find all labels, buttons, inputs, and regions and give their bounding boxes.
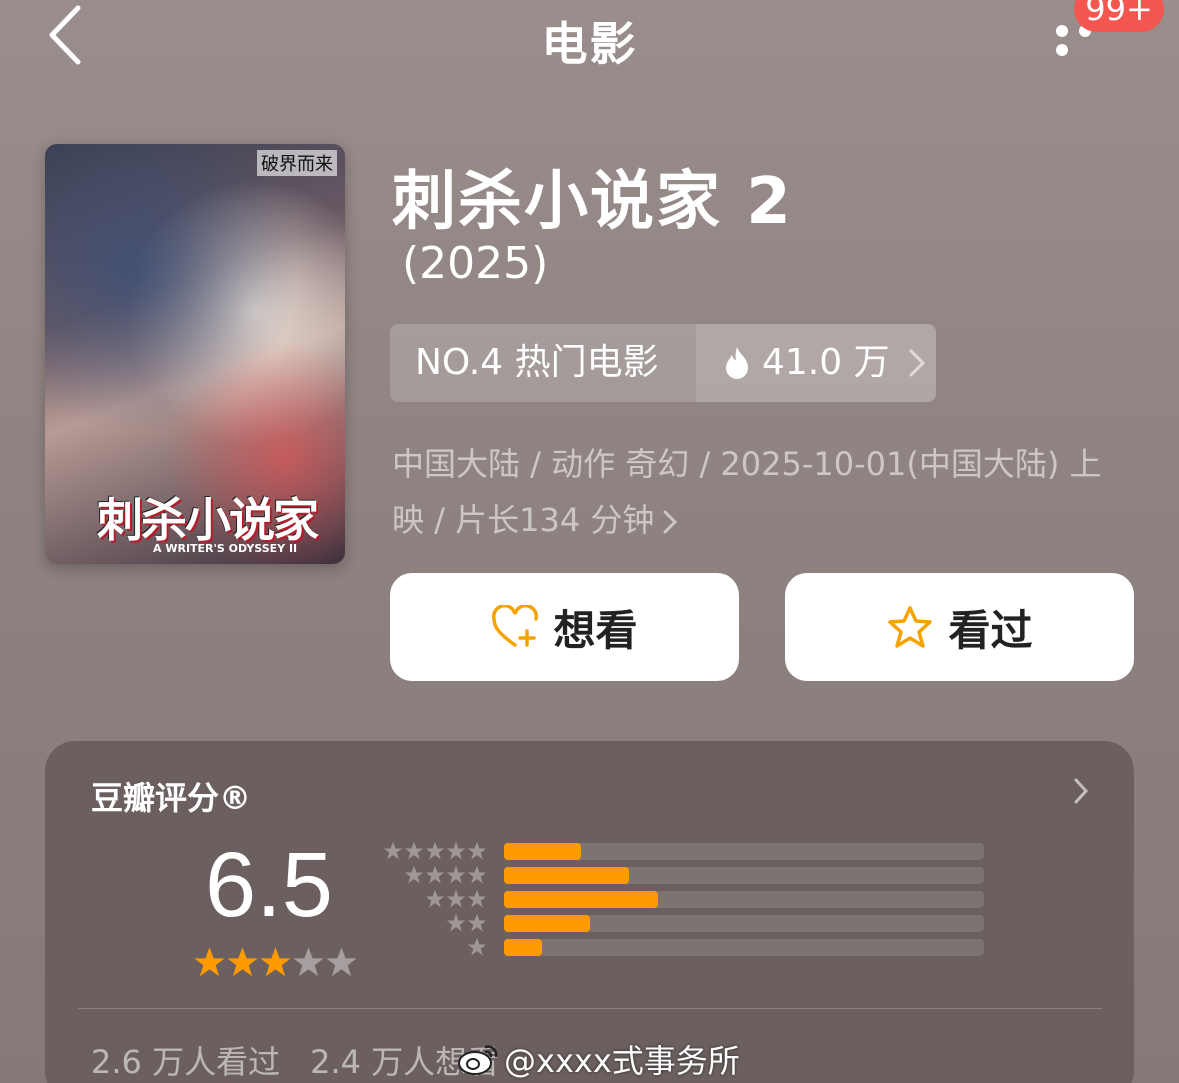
star-icon	[404, 841, 424, 860]
heart-plus-icon	[492, 605, 539, 647]
watermark-text: @xxxx式事务所	[504, 1042, 740, 1080]
movie-year: (2025)	[402, 238, 549, 289]
star-empty-icon	[293, 947, 324, 977]
chevron-right-icon[interactable]	[1073, 777, 1089, 805]
star-filled-icon	[227, 947, 258, 977]
bar-track	[504, 915, 984, 932]
bar-track	[504, 867, 984, 884]
movie-title: 刺杀小说家 2	[392, 165, 793, 239]
star-icon	[467, 841, 487, 860]
star-icon	[446, 841, 466, 860]
bar-track	[504, 939, 984, 956]
bar-fill	[504, 939, 543, 956]
bar-track	[504, 891, 984, 908]
star-outline-icon	[888, 606, 933, 648]
page-title: 电影	[541, 17, 638, 71]
heat-section: 41.0 万	[696, 324, 936, 402]
bar-fill	[504, 867, 629, 884]
top-nav: 电影 99+	[0, 0, 1179, 80]
rating-title: 豆瓣评分®	[91, 779, 252, 817]
weibo-icon	[458, 1045, 498, 1075]
poster-corner-text: 破界而来	[257, 150, 337, 176]
distribution-row	[383, 841, 984, 865]
poster-logo: 刺杀小说家	[97, 493, 319, 547]
chevron-right-icon	[909, 349, 925, 377]
star-icon	[467, 889, 487, 908]
movie-poster[interactable]: 破界而来 刺杀小说家 A WRITER'S ODYSSEY II	[45, 144, 345, 564]
want-to-watch-button[interactable]: 想看	[390, 573, 739, 681]
rank-chip[interactable]: NO.4 热门电影 41.0 万	[390, 324, 936, 402]
star-filled-icon	[194, 947, 225, 977]
distribution-row	[383, 889, 984, 913]
bar-fill	[504, 915, 591, 932]
star-icon	[467, 865, 487, 884]
star-icon	[446, 913, 466, 932]
seen-count: 2.6 万人看过	[91, 1043, 281, 1081]
rating-score: 6.5	[205, 834, 333, 936]
star-icon	[467, 913, 487, 932]
row-stars	[403, 865, 487, 885]
watermark: @xxxx式事务所	[456, 1036, 740, 1082]
star-icon	[425, 865, 445, 884]
chevron-right-icon	[663, 510, 678, 534]
row-stars	[424, 889, 487, 909]
row-stars	[466, 937, 487, 957]
flame-icon	[726, 347, 748, 379]
distribution-row	[383, 865, 984, 889]
star-icon	[383, 841, 403, 860]
star-filled-icon	[260, 947, 291, 977]
heat-value: 41.0 万	[762, 342, 890, 383]
movie-meta[interactable]: 中国大陆 / 动作 奇幻 / 2025-10-01(中国大陆) 上映 / 片长1…	[392, 436, 1132, 548]
bar-track	[504, 843, 984, 860]
notification-badge[interactable]: 99+	[1074, 0, 1164, 32]
rating-stars	[193, 946, 358, 979]
distribution-row	[383, 913, 984, 937]
watched-button[interactable]: 看过	[785, 573, 1134, 681]
star-icon	[446, 865, 466, 884]
divider	[78, 1008, 1102, 1009]
seen-label: 看过	[948, 605, 1033, 655]
star-icon	[404, 865, 424, 884]
bar-fill	[504, 891, 658, 908]
bar-fill	[504, 843, 581, 860]
row-stars	[445, 913, 487, 933]
poster-subtitle: A WRITER'S ODYSSEY II	[153, 542, 298, 555]
want-label: 想看	[553, 605, 638, 655]
star-empty-icon	[326, 947, 357, 977]
row-stars	[382, 841, 487, 861]
star-icon	[467, 937, 487, 956]
star-icon	[425, 841, 445, 860]
rank-label: NO.4 热门电影	[390, 324, 696, 402]
rating-card[interactable]: 豆瓣评分® 6.5 2.6 万人看过 2.4 万人想看	[45, 741, 1134, 1083]
distribution-row	[383, 937, 984, 961]
meta-text: 中国大陆 / 动作 奇幻 / 2025-10-01(中国大陆) 上映 / 片长1…	[392, 445, 1102, 539]
star-icon	[446, 889, 466, 908]
star-icon	[425, 889, 445, 908]
